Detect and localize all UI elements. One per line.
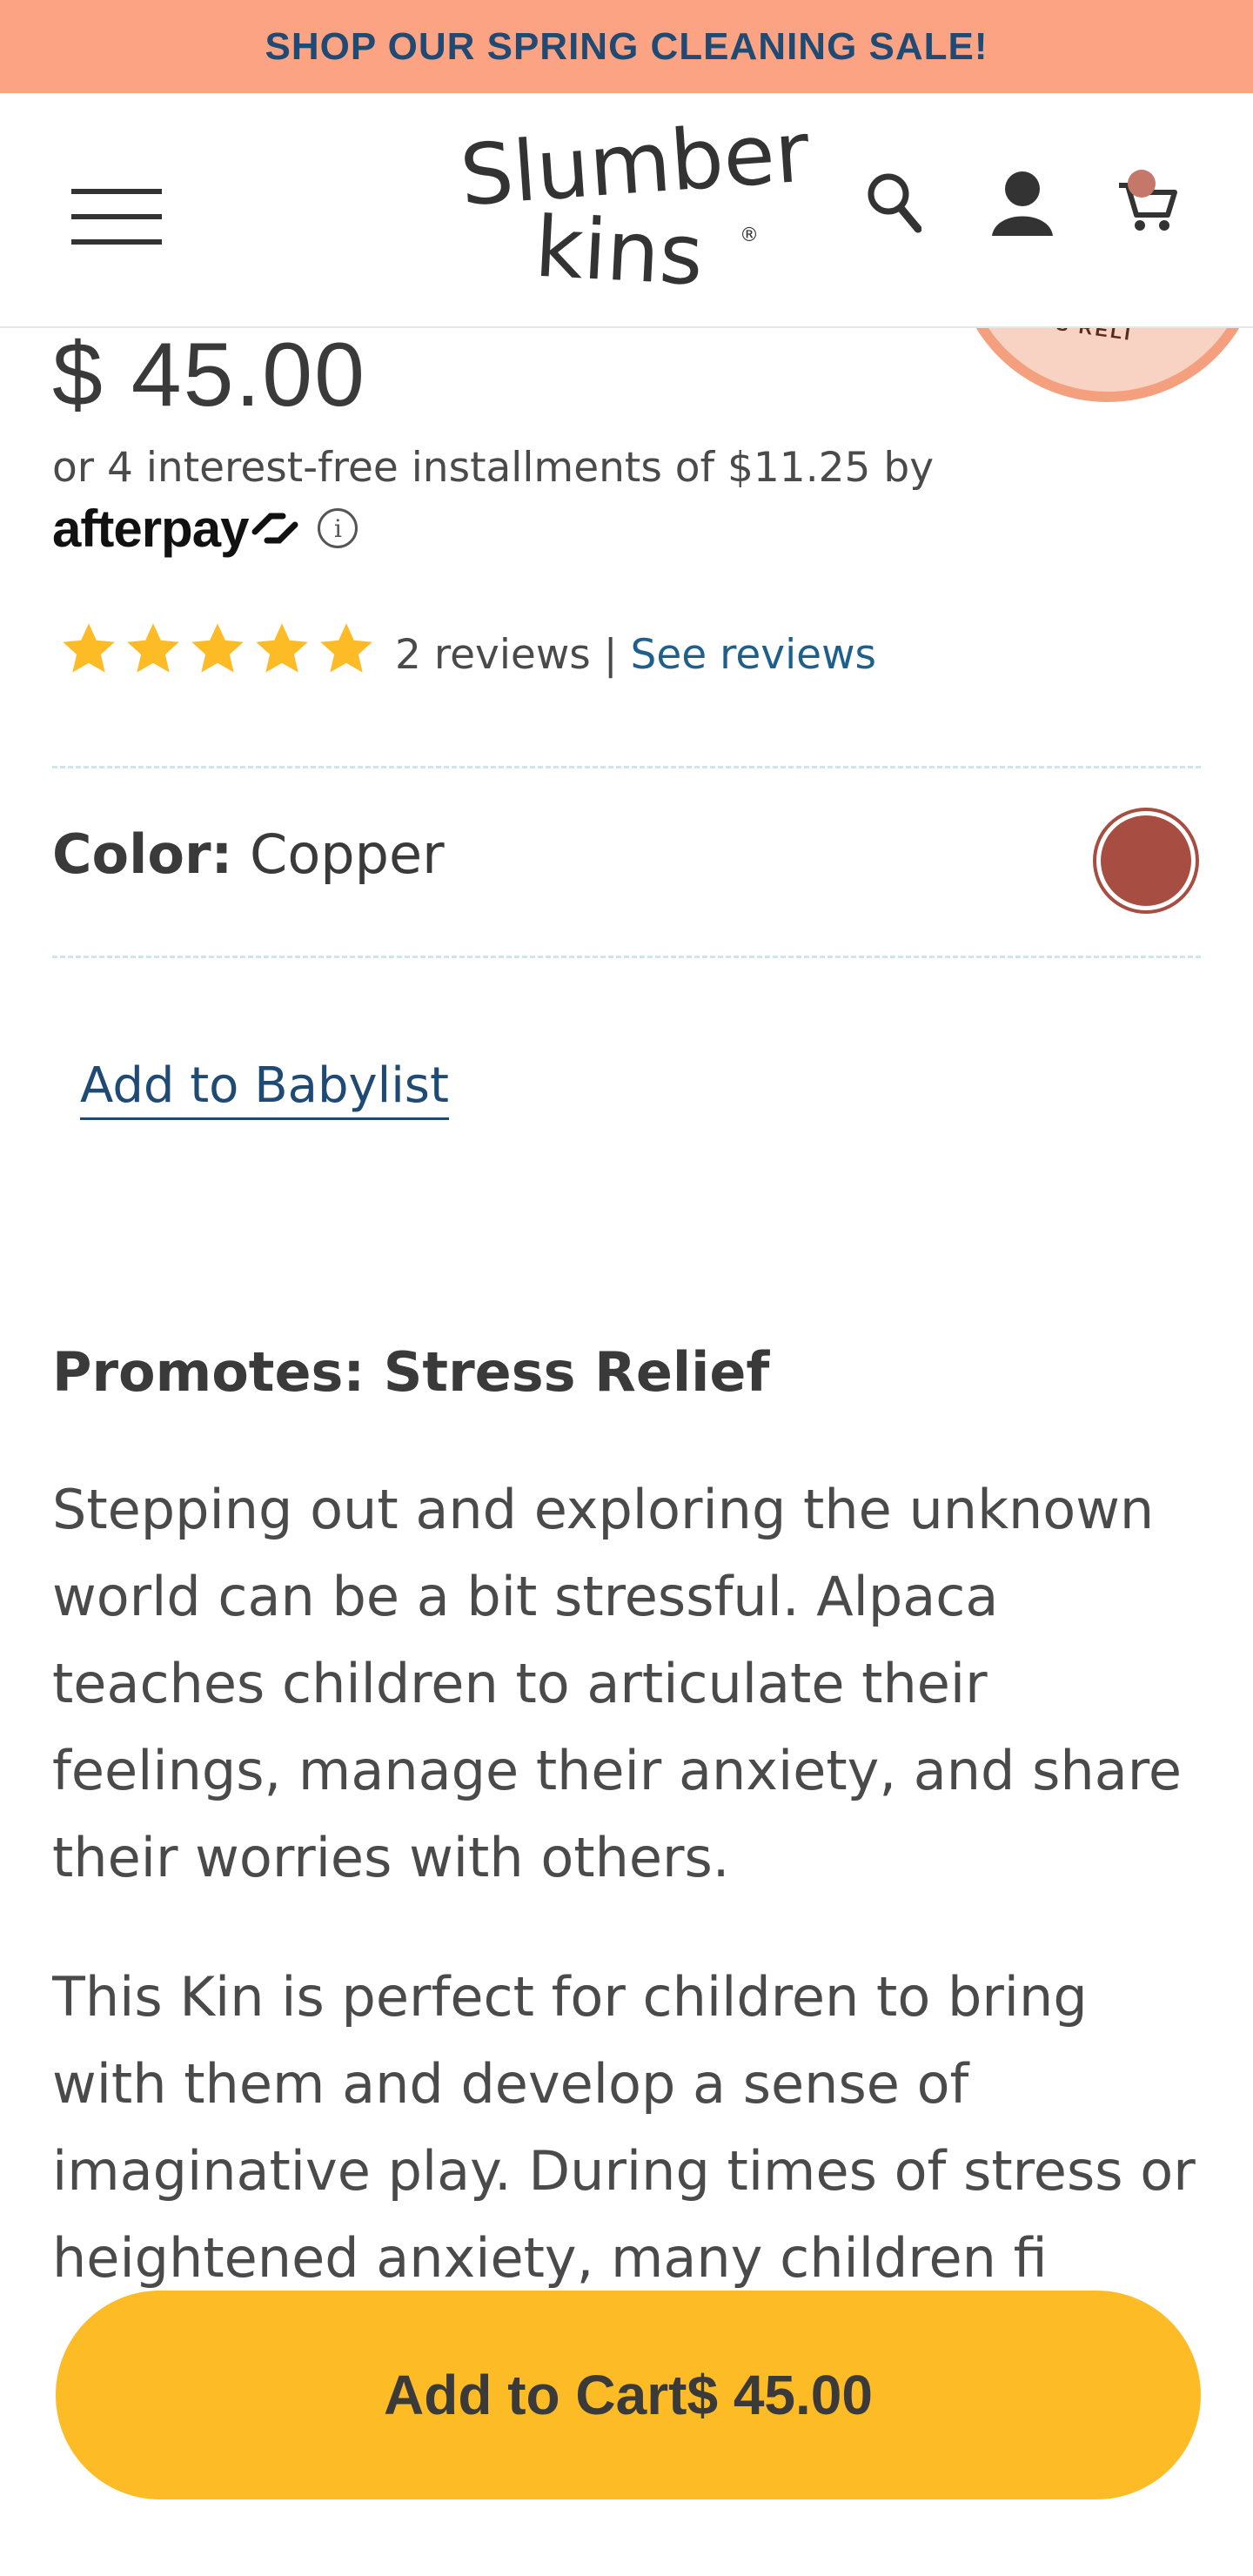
add-to-cart-button[interactable]: Add to Cart $ 45.00 (56, 2291, 1201, 2499)
review-count: 2 reviews (395, 631, 591, 679)
site-header: Slumber kins ® (0, 93, 1253, 328)
description-paragraph: Stepping out and exploring the unknown w… (52, 1478, 1182, 1889)
slumberkins-logo[interactable]: Slumber kins ® (452, 111, 809, 311)
color-swatch-copper[interactable] (1093, 808, 1199, 914)
star-icon (320, 623, 372, 673)
search-icon[interactable] (866, 171, 921, 234)
divider (52, 956, 1201, 958)
promo-banner[interactable]: SHOP OUR SPRING CLEANING SALE! (0, 0, 1253, 93)
color-selector-label: Color: Copper (52, 822, 445, 886)
info-glyph: i (333, 513, 342, 543)
account-icon[interactable] (990, 170, 1055, 236)
swatch-fill (1101, 815, 1191, 906)
rating-stars[interactable] (59, 620, 376, 679)
star-icon (191, 623, 244, 673)
add-to-cart-price: $ 45.00 (687, 2364, 873, 2426)
see-reviews-link[interactable]: See reviews (630, 631, 876, 679)
logo-line2: kins (533, 198, 706, 305)
color-label: Color: (52, 822, 233, 886)
reviews-separator: | (590, 631, 631, 679)
divider (52, 766, 1201, 768)
product-price: $ 45.00 (52, 325, 366, 426)
star-icon (127, 623, 179, 673)
afterpay-installments: or 4 interest-free installments of $11.2… (52, 444, 935, 492)
cart-icon[interactable] (1116, 168, 1178, 232)
cart-count-dot (1128, 170, 1156, 198)
add-to-cart-label: Add to Cart (384, 2364, 687, 2426)
add-to-babylist-link[interactable]: Add to Babylist (80, 1057, 449, 1120)
afterpay-arrows-icon (251, 513, 298, 544)
reviews-summary: 2 reviews | See reviews (395, 631, 876, 679)
star-icon (63, 623, 115, 673)
afterpay-logo[interactable]: afterpay i (52, 498, 358, 559)
info-icon[interactable]: i (318, 508, 358, 548)
promo-banner-text[interactable]: SHOP OUR SPRING CLEANING SALE! (265, 25, 988, 69)
star-icon (256, 623, 308, 673)
selected-color-value: Copper (250, 822, 445, 886)
logo-registered-mark: ® (740, 225, 759, 246)
afterpay-wordmark: afterpay (52, 499, 249, 558)
menu-icon[interactable] (71, 189, 162, 245)
promotes-heading: Promotes: Stress Relief (52, 1340, 770, 1404)
